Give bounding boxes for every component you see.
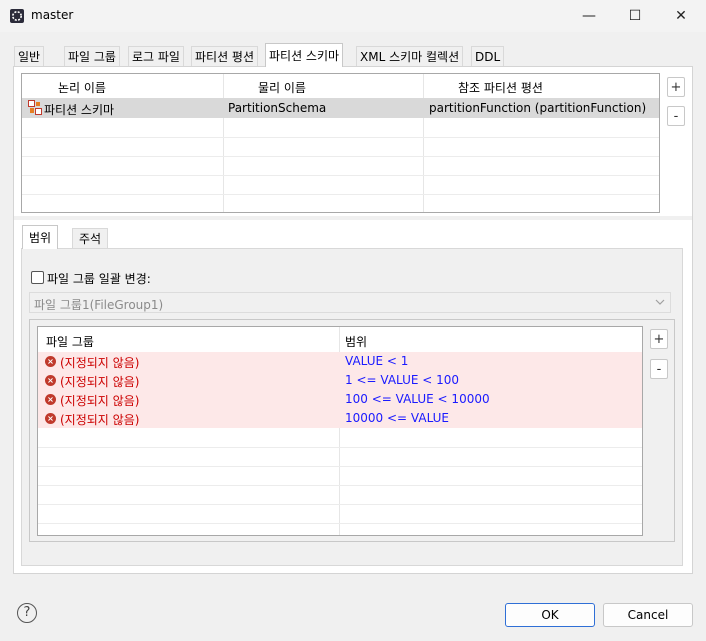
tab-partition-schemas[interactable]: 파티션 스키마	[265, 43, 344, 67]
cell-range: VALUE < 1	[345, 354, 409, 368]
chevron-down-icon	[653, 295, 667, 309]
tab-ddl[interactable]: DDL	[471, 46, 505, 66]
splitter[interactable]	[14, 216, 692, 220]
row-line	[38, 523, 642, 524]
cell-file-group: (지정되지 않음)	[60, 413, 140, 427]
header-range: 범위	[345, 335, 368, 349]
error-icon: ×	[45, 375, 56, 386]
table-row[interactable]: × (지정되지 않음) 1 <= VALUE < 100	[38, 371, 642, 390]
cell-range: 10000 <= VALUE	[345, 411, 450, 425]
tab-general[interactable]: 일반	[14, 46, 45, 66]
cell-range: 1 <= VALUE < 100	[345, 373, 460, 387]
bulk-change-label: 파일 그룹 일괄 변경:	[47, 272, 151, 286]
tab-file-groups[interactable]: 파일 그룹	[64, 46, 120, 66]
cell-file-group: (지정되지 않음)	[60, 375, 140, 389]
row-line	[22, 175, 659, 176]
tab-xml-schema-collections[interactable]: XML 스키마 컬렉션	[356, 46, 464, 66]
remove-range-button[interactable]: -	[650, 359, 668, 379]
header-ref-partition-function: 참조 파티션 평션	[458, 81, 543, 95]
range-table: 파일 그룹 범위 × (지정되지 않음) VALUE < 1 × (지정되지 않…	[37, 326, 643, 536]
table-row[interactable]: × (지정되지 않음) 100 <= VALUE < 10000	[38, 390, 642, 409]
cell-logical-name: 파티션 스키마	[44, 103, 115, 117]
row-line	[22, 156, 659, 157]
maximize-icon[interactable]: ☐	[612, 0, 658, 32]
subtab-range[interactable]: 범위	[22, 225, 59, 249]
bulk-change-checkbox[interactable]	[31, 271, 44, 284]
cell-physical-name: PartitionSchema	[228, 101, 327, 115]
partition-schema-icon	[28, 100, 42, 115]
tab-partition-functions[interactable]: 파티션 평션	[191, 46, 259, 66]
cancel-button[interactable]: Cancel	[603, 603, 693, 627]
add-schema-button[interactable]: +	[667, 77, 685, 97]
app-icon	[9, 8, 25, 24]
cell-range: 100 <= VALUE < 10000	[345, 392, 490, 406]
table-row[interactable]: 파티션 스키마 PartitionSchema partitionFunctio…	[22, 98, 659, 118]
help-icon[interactable]: ?	[17, 603, 37, 623]
schema-table: 논리 이름 물리 이름 참조 파티션 평션 파티션 스키마 PartitionS…	[21, 73, 660, 213]
cell-file-group: (지정되지 않음)	[60, 356, 140, 370]
column-divider	[423, 74, 424, 212]
tab-log-files[interactable]: 로그 파일	[128, 46, 184, 66]
ok-button[interactable]: OK	[505, 603, 595, 627]
cell-ref-function: partitionFunction (partitionFunction)	[429, 101, 647, 115]
table-row[interactable]: × (지정되지 않음) 10000 <= VALUE	[38, 409, 642, 428]
remove-schema-button[interactable]: -	[667, 106, 685, 126]
add-range-button[interactable]: +	[650, 329, 668, 349]
filegroup-select[interactable]: 파일 그룹1(FileGroup1)	[29, 292, 671, 313]
table-row[interactable]: × (지정되지 않음) VALUE < 1	[38, 352, 642, 371]
row-line	[22, 194, 659, 195]
header-physical-name: 물리 이름	[258, 81, 306, 95]
row-line	[38, 466, 642, 467]
error-icon: ×	[45, 356, 56, 367]
window-title: master	[31, 8, 74, 22]
header-logical-name: 논리 이름	[58, 81, 106, 95]
column-divider	[223, 74, 224, 212]
cell-file-group: (지정되지 않음)	[60, 394, 140, 408]
filegroup-select-value: 파일 그룹1(FileGroup1)	[34, 298, 164, 312]
header-file-group: 파일 그룹	[46, 335, 94, 349]
error-icon: ×	[45, 413, 56, 424]
minimize-icon[interactable]: —	[566, 0, 612, 32]
row-line	[38, 504, 642, 505]
row-line	[22, 137, 659, 138]
close-icon[interactable]: ✕	[658, 0, 704, 32]
error-icon: ×	[45, 394, 56, 405]
row-line	[38, 447, 642, 448]
subtab-comment[interactable]: 주석	[72, 228, 109, 248]
row-line	[38, 485, 642, 486]
